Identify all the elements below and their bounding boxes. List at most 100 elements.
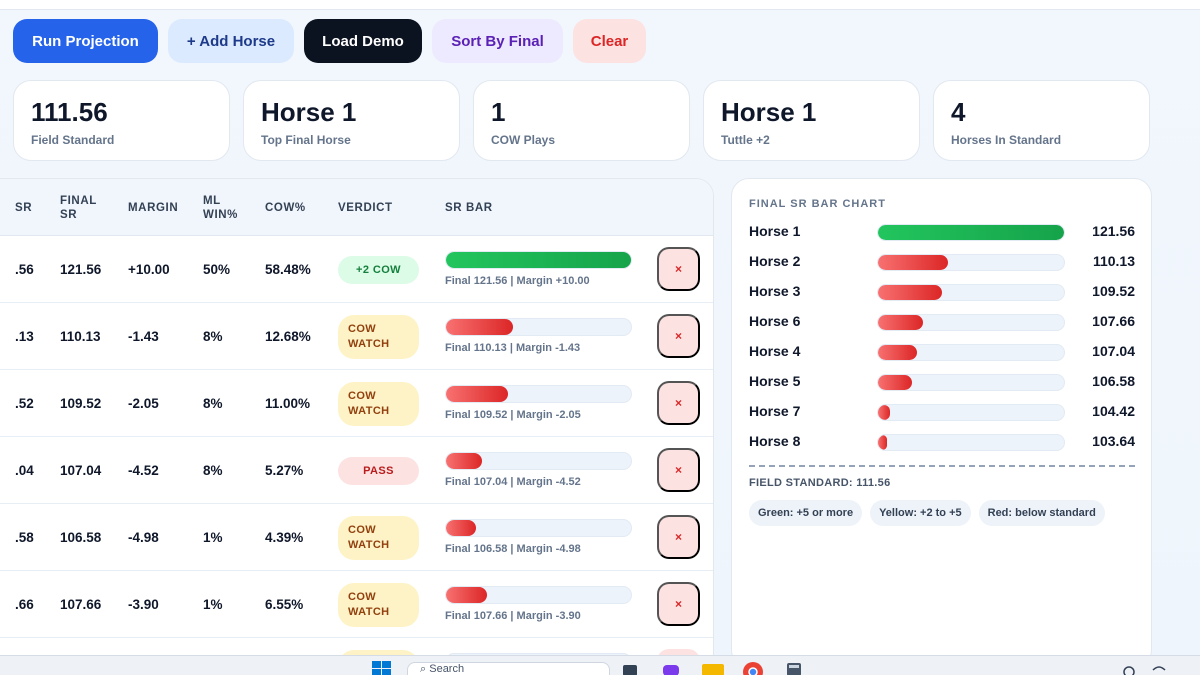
chart-bar-label: Horse 1 [749, 223, 801, 239]
chart-bar [878, 375, 913, 390]
chart-bar-label: Horse 5 [749, 373, 801, 389]
sr-bar-fill [446, 252, 631, 268]
chart-bar-row: Horse 5 106.58 [749, 371, 1135, 393]
chart-bar-row: Horse 6 107.66 [749, 311, 1135, 333]
chart-bar-value: 106.58 [1092, 373, 1135, 389]
table-row[interactable]: .04 107.04 -4.52 8% 5.27% PASS Final 107.04 | … [0, 437, 713, 504]
delete-row-button[interactable]: × [657, 515, 700, 559]
header-sr: SR [15, 201, 33, 214]
table-row[interactable]: .56 121.56 +10.00 50% 58.48% +2 COW Final 121.… [0, 236, 713, 303]
cell-margin: -4.52 [128, 463, 159, 478]
cell-cow: 4.39% [265, 530, 304, 545]
verdict-badge: COW WATCH [338, 583, 419, 627]
chart-bar-label: Horse 2 [749, 253, 801, 269]
chart-bar-label: Horse 6 [749, 313, 801, 329]
chart-bar [878, 435, 887, 450]
cell-final-sr: 109.52 [60, 396, 102, 411]
stat-value: 1 [491, 97, 506, 127]
table-row[interactable]: .52 109.52 -2.05 8% 11.00% COW WATCH Final 109… [0, 370, 713, 437]
field-standard-label: FIELD STANDARD: 111.56 [749, 477, 891, 489]
chart-bar-track [877, 404, 1065, 421]
copilot-icon[interactable] [662, 661, 680, 675]
tray-icon[interactable] [1122, 661, 1136, 675]
chart-legend: Green: +5 or more Yellow: +2 to +5 Red: … [749, 500, 1105, 526]
cell-final-sr: 121.56 [60, 262, 102, 277]
final-sr-bar-chart-panel: FINAL SR BAR CHART Horse 1 121.56 Horse 2 1… [731, 178, 1152, 668]
cell-final-sr: 106.58 [60, 530, 102, 545]
sr-bar-caption: Final 110.13 | Margin -1.43 [445, 342, 581, 354]
run-projection-button[interactable]: Run Projection [13, 19, 158, 63]
stat-label: Horses In Standard [951, 133, 1062, 147]
chart-bar-track [877, 254, 1065, 271]
legend-red: Red: below standard [978, 500, 1105, 526]
stat-card-horses-in-standard: 4 Horses In Standard [933, 80, 1150, 161]
sr-bar-track [445, 519, 632, 537]
delete-row-button[interactable]: × [657, 582, 700, 626]
delete-row-button[interactable]: × [657, 247, 700, 291]
chart-bar-track [877, 314, 1065, 331]
load-demo-button[interactable]: Load Demo [304, 19, 422, 63]
chart-bar-value: 107.66 [1092, 313, 1135, 329]
cell-sr: .13 [15, 329, 34, 344]
stat-cards: 111.56 Field Standard Horse 1 Top Final … [13, 80, 1150, 161]
sr-bar-caption: Final 107.66 | Margin -3.90 [445, 610, 581, 622]
cell-sr: .58 [15, 530, 34, 545]
delete-row-button[interactable]: × [657, 381, 700, 425]
cell-sr: .04 [15, 463, 34, 478]
windows-start-icon[interactable] [372, 661, 392, 675]
search-placeholder: Search [429, 663, 465, 675]
sr-bar-fill [446, 520, 476, 536]
verdict-badge: COW WATCH [338, 382, 419, 426]
taskbar-search-input[interactable]: ⌕ Search [407, 662, 610, 675]
sort-by-final-button[interactable]: Sort By Final [432, 19, 563, 63]
cell-cow: 58.48% [265, 262, 311, 277]
stat-label: Top Final Horse [261, 133, 351, 147]
chrome-icon[interactable] [742, 661, 764, 675]
delete-row-button[interactable]: × [657, 448, 700, 492]
stat-label: Field Standard [31, 133, 115, 147]
verdict-badge: PASS [338, 457, 419, 485]
stat-value: 111.56 [31, 97, 108, 127]
chart-title: FINAL SR BAR CHART [749, 198, 886, 210]
stat-card-top-final-horse: Horse 1 Top Final Horse [243, 80, 460, 161]
stat-label: Tuttle +2 [721, 133, 770, 147]
chart-bar-value: 107.04 [1092, 343, 1135, 359]
chart-bar-value: 104.42 [1092, 403, 1135, 419]
cell-margin: +10.00 [128, 262, 170, 277]
chart-bar-track [877, 344, 1065, 361]
cell-ml-win: 1% [203, 530, 223, 545]
sr-bar-track [445, 385, 632, 403]
chart-bar [878, 345, 917, 360]
table-row[interactable]: .58 106.58 -4.98 1% 4.39% COW WATCH Final 106.… [0, 504, 713, 571]
chart-bar-label: Horse 7 [749, 403, 801, 419]
chart-bar-label: Horse 4 [749, 343, 801, 359]
delete-row-button[interactable]: × [657, 314, 700, 358]
cell-ml-win: 50% [203, 262, 231, 277]
stat-card-field-standard: 111.56 Field Standard [13, 80, 230, 161]
stat-card-cow-plays: 1 COW Plays [473, 80, 690, 161]
wifi-icon[interactable] [1152, 661, 1166, 675]
chart-bar-row: Horse 8 103.64 [749, 431, 1135, 453]
sr-bar-fill [446, 319, 514, 335]
chart-bar-value: 109.52 [1092, 283, 1135, 299]
file-explorer-icon[interactable] [702, 661, 724, 675]
calculator-icon[interactable] [786, 661, 802, 675]
sr-bar-caption: Final 121.56 | Margin +10.00 [445, 275, 590, 287]
chart-bar-row: Horse 1 121.56 [749, 221, 1135, 243]
cell-sr: .52 [15, 396, 34, 411]
table-row[interactable]: .66 107.66 -3.90 1% 6.55% COW WATCH Final 107.… [0, 571, 713, 638]
sr-bar-fill [446, 453, 482, 469]
verdict-badge: +2 COW [338, 256, 419, 284]
chart-bar-track [877, 224, 1065, 241]
header-verdict: VERDICT [338, 201, 393, 214]
table-row[interactable]: .13 110.13 -1.43 8% 12.68% COW WATCH Final 110… [0, 303, 713, 370]
projection-table[interactable]: SR FINAL SR MARGIN ML WIN% COW% VERDICT … [0, 178, 714, 668]
chart-bar [878, 285, 943, 300]
add-horse-button[interactable]: + Add Horse [168, 19, 294, 63]
clear-button[interactable]: Clear [573, 19, 646, 63]
windows-taskbar: ⌕ Search [0, 655, 1200, 675]
task-view-icon[interactable] [622, 661, 638, 675]
cell-cow: 6.55% [265, 597, 304, 612]
cell-margin: -1.43 [128, 329, 159, 344]
search-icon: ⌕ [420, 663, 427, 675]
